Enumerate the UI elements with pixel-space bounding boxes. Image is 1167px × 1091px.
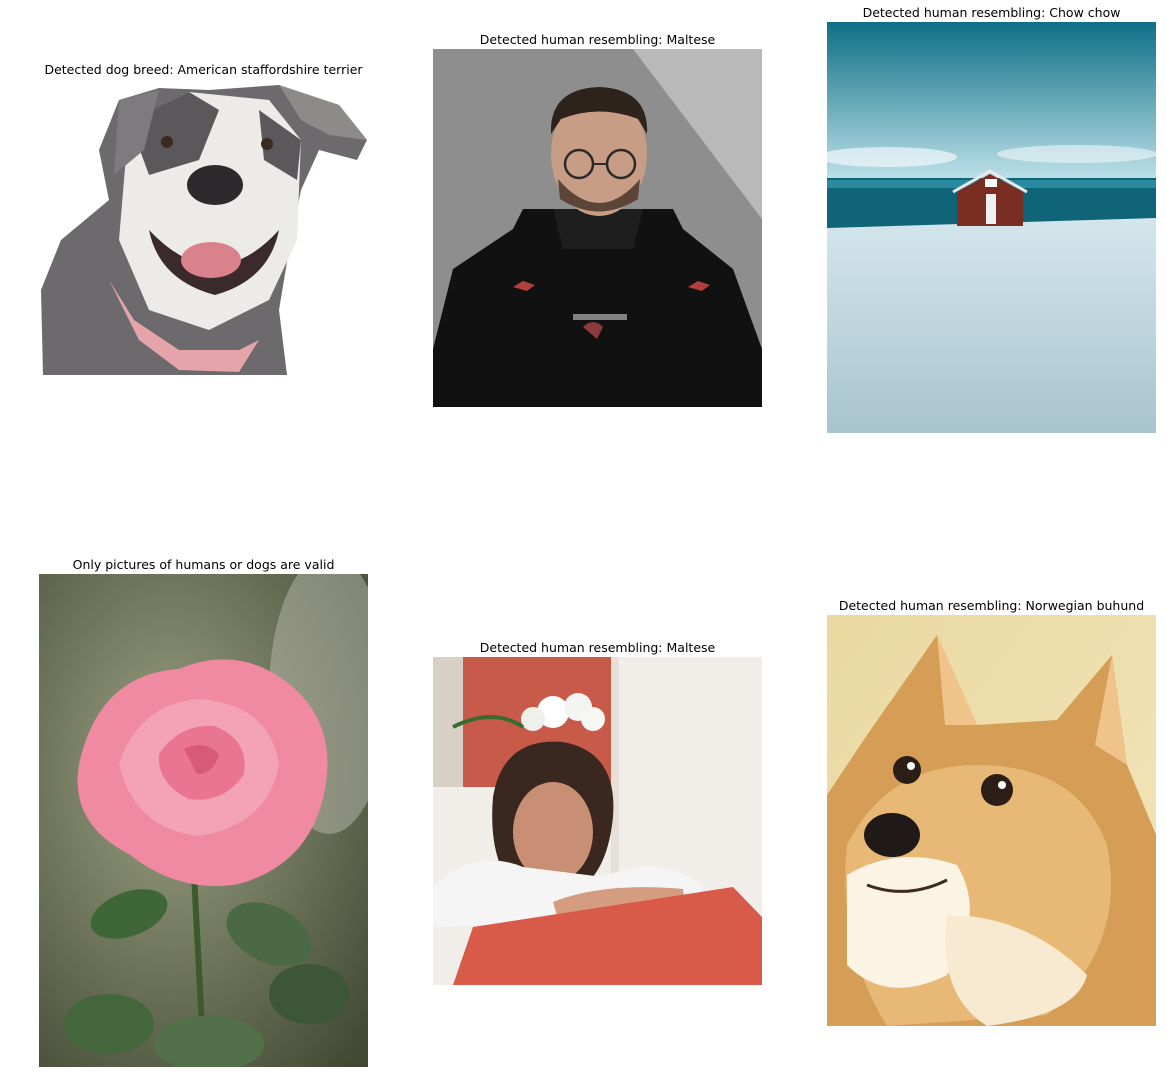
man-photo — [433, 49, 762, 407]
panel-4-title: Only pictures of humans or dogs are vali… — [72, 557, 335, 572]
panel-2-title: Detected human resembling: Maltese — [479, 32, 716, 47]
panel-6-title: Detected human resembling: Norwegian buh… — [838, 598, 1145, 613]
panel-1-title: Detected dog breed: American staffordshi… — [44, 62, 363, 77]
panel-3-title: Detected human resembling: Chow chow — [862, 5, 1121, 20]
dog-photo — [39, 80, 368, 375]
woman-photo — [433, 657, 762, 985]
panel-5-title: Detected human resembling: Maltese — [479, 640, 716, 655]
shiba-photo — [827, 615, 1156, 1026]
cabin-photo — [827, 22, 1156, 433]
rose-photo — [39, 574, 368, 1067]
